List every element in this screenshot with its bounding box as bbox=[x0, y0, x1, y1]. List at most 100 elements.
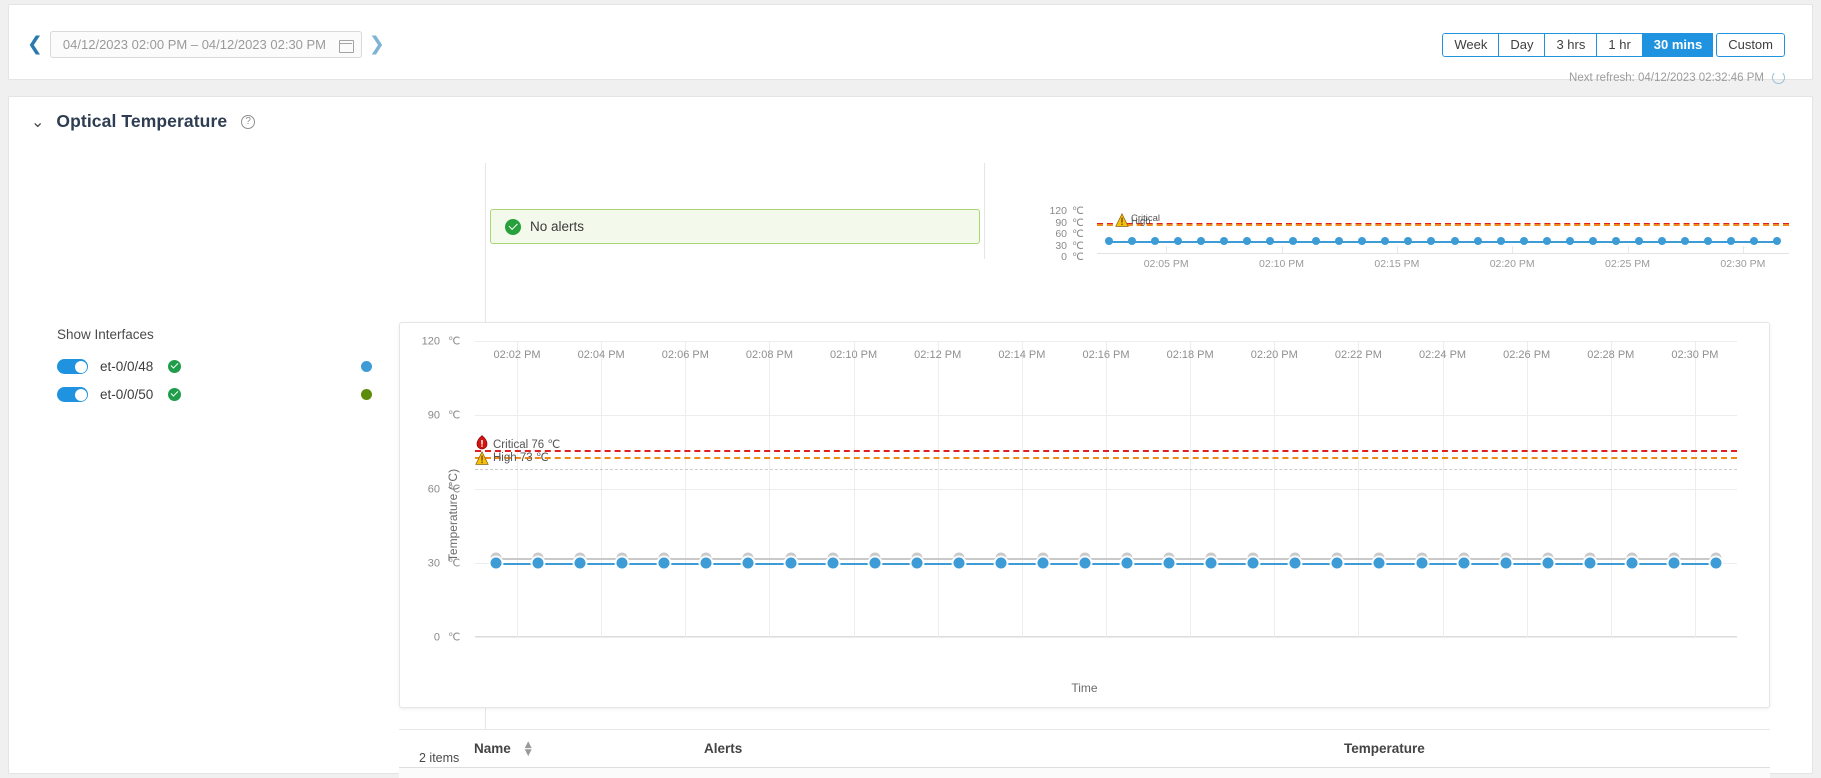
chart-data-point[interactable] bbox=[869, 558, 880, 569]
table-row[interactable]: et-0/0/48 et-0/0/48, temperature 30 is n… bbox=[399, 768, 1770, 778]
chart-x-tick-label: 02:30 PM bbox=[1671, 349, 1718, 361]
mini-chart-data-point[interactable] bbox=[1105, 237, 1113, 245]
chart-data-point[interactable] bbox=[1626, 558, 1637, 569]
chart-data-point[interactable] bbox=[1122, 558, 1133, 569]
chart-vertical-gridline bbox=[1022, 341, 1023, 637]
sort-icon[interactable]: ▲▼ bbox=[525, 741, 532, 757]
mini-chart-data-point[interactable] bbox=[1312, 237, 1320, 245]
mini-chart-data-point[interactable] bbox=[1727, 237, 1735, 245]
calendar-icon[interactable] bbox=[339, 38, 353, 52]
chart-data-point[interactable] bbox=[1079, 558, 1090, 569]
mini-chart-y-tick-label: 60℃ bbox=[1029, 229, 1089, 241]
range-button-1hr[interactable]: 1 hr bbox=[1596, 33, 1641, 57]
range-button-custom[interactable]: Custom bbox=[1716, 33, 1785, 57]
mini-chart-data-point[interactable] bbox=[1174, 237, 1182, 245]
mini-chart-data-point[interactable] bbox=[1404, 237, 1412, 245]
chart-data-point[interactable] bbox=[1164, 558, 1175, 569]
interface-toggle-et-0-0-48[interactable] bbox=[57, 359, 88, 374]
mini-chart-data-point[interactable] bbox=[1243, 237, 1251, 245]
chart-data-point[interactable] bbox=[491, 558, 502, 569]
mini-chart-data-point[interactable] bbox=[1589, 237, 1597, 245]
chart-data-point[interactable] bbox=[1584, 558, 1595, 569]
chart-data-point[interactable] bbox=[575, 558, 586, 569]
mini-chart-data-point[interactable] bbox=[1543, 237, 1551, 245]
mini-chart-data-point[interactable] bbox=[1658, 237, 1666, 245]
mini-chart-data-point[interactable] bbox=[1612, 237, 1620, 245]
chart-threshold-label-critical: Critical 76 ℃ bbox=[493, 437, 560, 451]
mini-chart-data-point[interactable] bbox=[1566, 237, 1574, 245]
chart-data-point[interactable] bbox=[1206, 558, 1217, 569]
range-button-30mins[interactable]: 30 mins bbox=[1642, 33, 1713, 57]
chart-data-point[interactable] bbox=[1542, 558, 1553, 569]
chart-data-point[interactable] bbox=[659, 558, 670, 569]
chart-data-point[interactable] bbox=[1037, 558, 1048, 569]
chart-data-point[interactable] bbox=[1416, 558, 1427, 569]
mini-chart-data-point[interactable] bbox=[1128, 237, 1136, 245]
chart-threshold-line-low bbox=[475, 469, 1737, 470]
date-range-input[interactable]: 04/12/2023 02:00 PM – 04/12/2023 02:30 P… bbox=[50, 31, 362, 58]
mini-chart-data-point[interactable] bbox=[1704, 237, 1712, 245]
chart-data-point[interactable] bbox=[1248, 558, 1259, 569]
mini-threshold-line-high bbox=[1097, 224, 1789, 226]
warning-alarm-icon bbox=[475, 451, 489, 467]
mini-chart-data-point[interactable] bbox=[1197, 237, 1205, 245]
mini-chart-data-point[interactable] bbox=[1520, 237, 1528, 245]
chart-vertical-gridline bbox=[1695, 341, 1696, 637]
mini-chart-plot: CriticalHigh bbox=[1097, 206, 1789, 254]
chart-data-point[interactable] bbox=[743, 558, 754, 569]
mini-chart-data-point[interactable] bbox=[1220, 237, 1228, 245]
chart-data-point[interactable] bbox=[1290, 558, 1301, 569]
mini-chart-data-point[interactable] bbox=[1497, 237, 1505, 245]
mini-chart-x-tick-label: 02:30 PM bbox=[1720, 258, 1765, 270]
interface-row-et-0-0-50[interactable]: et-0/0/50 bbox=[57, 387, 372, 402]
range-button-day[interactable]: Day bbox=[1498, 33, 1544, 57]
chart-data-point[interactable] bbox=[911, 558, 922, 569]
chart-data-point[interactable] bbox=[1458, 558, 1469, 569]
chart-data-point[interactable] bbox=[827, 558, 838, 569]
refresh-icon[interactable] bbox=[1772, 71, 1785, 84]
chart-data-point[interactable] bbox=[785, 558, 796, 569]
chart-x-tick-label: 02:26 PM bbox=[1503, 349, 1550, 361]
mini-chart-x-tick-label: 02:15 PM bbox=[1374, 258, 1419, 270]
mini-chart-data-point[interactable] bbox=[1381, 237, 1389, 245]
critical-alarm-icon bbox=[475, 435, 489, 451]
chart-x-tick-label: 02:16 PM bbox=[1082, 349, 1129, 361]
chart-data-point[interactable] bbox=[1710, 558, 1721, 569]
mini-chart-data-point[interactable] bbox=[1289, 237, 1297, 245]
chart-data-point[interactable] bbox=[995, 558, 1006, 569]
mini-chart-vertical-gridline bbox=[1628, 246, 1629, 253]
table-header-alerts: Alerts bbox=[704, 741, 1344, 756]
table-header-name[interactable]: Name ▲▼ bbox=[474, 741, 704, 757]
chart-data-point[interactable] bbox=[1374, 558, 1385, 569]
mini-chart-data-point[interactable] bbox=[1358, 237, 1366, 245]
mini-chart-data-point[interactable] bbox=[1681, 237, 1689, 245]
mini-chart-data-point[interactable] bbox=[1151, 237, 1159, 245]
mini-chart-data-point[interactable] bbox=[1266, 237, 1274, 245]
chart-data-point[interactable] bbox=[701, 558, 712, 569]
chart-data-point[interactable] bbox=[1668, 558, 1679, 569]
mini-chart-data-point[interactable] bbox=[1474, 237, 1482, 245]
mini-chart-data-point[interactable] bbox=[1750, 237, 1758, 245]
interface-toggle-et-0-0-50[interactable] bbox=[57, 387, 88, 402]
chart-data-point[interactable] bbox=[617, 558, 628, 569]
chart-data-point[interactable] bbox=[1500, 558, 1511, 569]
chevron-right-icon[interactable]: ❯ bbox=[369, 35, 385, 54]
interface-row-et-0-0-48[interactable]: et-0/0/48 bbox=[57, 359, 372, 374]
chevron-left-icon[interactable]: ❮ bbox=[27, 35, 43, 54]
chart-data-point[interactable] bbox=[1332, 558, 1343, 569]
range-button-3hrs[interactable]: 3 hrs bbox=[1544, 33, 1596, 57]
range-button-week[interactable]: Week bbox=[1442, 33, 1498, 57]
mini-chart-data-point[interactable] bbox=[1773, 237, 1781, 245]
mini-chart-data-point[interactable] bbox=[1335, 237, 1343, 245]
mini-chart-y-tick-label: 0℃ bbox=[1029, 252, 1089, 264]
mini-chart-data-point[interactable] bbox=[1427, 237, 1435, 245]
chart-data-point[interactable] bbox=[953, 558, 964, 569]
chart-data-point[interactable] bbox=[533, 558, 544, 569]
chart-x-tick-label: 02:22 PM bbox=[1335, 349, 1382, 361]
temperature-chart: Temperature (°C) 0 ℃30 ℃60 ℃90 ℃120 ℃02:… bbox=[399, 322, 1770, 708]
help-circle-icon[interactable]: ? bbox=[241, 115, 255, 129]
section-title-group: ⌄ Optical Temperature ? bbox=[31, 111, 255, 132]
chevron-down-icon[interactable]: ⌄ bbox=[31, 114, 44, 130]
mini-chart-data-point[interactable] bbox=[1451, 237, 1459, 245]
mini-chart-data-point[interactable] bbox=[1635, 237, 1643, 245]
